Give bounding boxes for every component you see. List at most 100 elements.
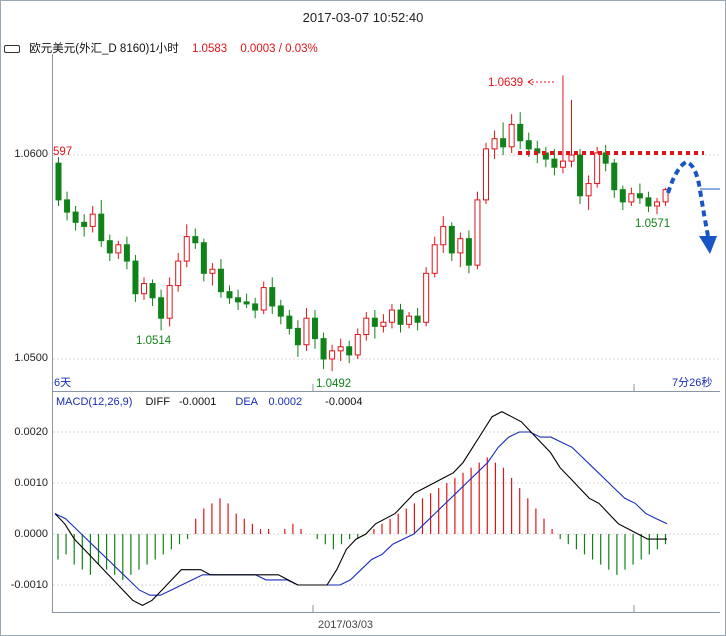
candle-body xyxy=(183,236,190,262)
candle xyxy=(312,310,318,349)
candle xyxy=(123,236,130,270)
candle-body xyxy=(329,350,336,360)
candle xyxy=(106,234,113,262)
candle-body xyxy=(457,238,464,254)
candle xyxy=(645,191,652,213)
candle-body xyxy=(286,315,293,329)
candle-body xyxy=(55,162,62,201)
macd-info: MACD(12,26,9) DIFF -0.0001 DEA 0.0002 -0… xyxy=(56,396,362,408)
candle-body xyxy=(380,321,387,327)
candle xyxy=(448,222,455,262)
candle-body xyxy=(388,309,395,323)
candle-body xyxy=(166,285,173,319)
candle-body xyxy=(440,225,447,246)
candle xyxy=(217,259,224,298)
candle xyxy=(55,157,62,206)
candle-body xyxy=(559,160,566,168)
candle xyxy=(320,332,327,370)
candle xyxy=(209,263,216,286)
candle-body xyxy=(491,138,498,150)
candle-body xyxy=(235,297,242,303)
candle-body xyxy=(81,221,88,227)
candle xyxy=(81,214,88,237)
candle xyxy=(636,183,643,204)
candle xyxy=(303,308,310,351)
candle-body xyxy=(64,199,71,213)
candle xyxy=(559,75,566,174)
period-left-label: 6天 xyxy=(54,377,71,389)
candle xyxy=(235,289,242,311)
candle xyxy=(89,206,96,233)
candle-body xyxy=(209,268,216,274)
macd-title: MACD(12,26,9) xyxy=(56,396,133,408)
candle-body xyxy=(406,315,413,325)
candle xyxy=(423,267,430,327)
candle xyxy=(568,99,575,168)
candle-body xyxy=(585,183,592,197)
high-label: 1.0639 xyxy=(488,77,523,89)
candle xyxy=(619,185,626,211)
candle-body xyxy=(551,158,558,168)
candle xyxy=(354,328,361,359)
candle-body xyxy=(252,303,259,311)
candle xyxy=(654,197,660,215)
candle xyxy=(380,314,387,333)
left-edge-label: 597 xyxy=(53,146,72,158)
candle-body xyxy=(89,213,96,227)
candle-body xyxy=(654,201,660,207)
chart-canvas: 1.0639 1.0514 1.0492 1.0571 597 6天 7分26秒 xyxy=(53,75,720,612)
candle xyxy=(98,199,105,247)
candle-body xyxy=(525,140,532,150)
candle-body xyxy=(337,346,344,352)
candle xyxy=(166,277,173,327)
candle-body xyxy=(568,154,575,162)
candle-body xyxy=(500,138,507,148)
candle xyxy=(132,254,139,302)
candle-body xyxy=(320,338,327,360)
candle xyxy=(260,281,267,315)
candle xyxy=(483,142,489,204)
candle-body xyxy=(175,260,182,287)
candle xyxy=(141,277,147,300)
candle-body xyxy=(98,213,105,242)
candle xyxy=(115,240,122,260)
candle-body xyxy=(123,244,130,262)
candle xyxy=(346,340,353,364)
candle-body xyxy=(115,244,122,254)
candle-body xyxy=(594,152,601,185)
candle xyxy=(72,206,79,231)
candle-body xyxy=(517,123,524,142)
left-low-label: 1.0514 xyxy=(136,335,172,347)
candle xyxy=(440,216,447,253)
candle-body xyxy=(483,148,489,201)
candle xyxy=(243,293,250,308)
candle-body xyxy=(628,193,635,203)
x-date-label: 2017/03/03 xyxy=(318,619,374,631)
dea-line xyxy=(54,431,668,596)
candle-body xyxy=(431,244,438,274)
candle xyxy=(457,232,464,268)
candle-body xyxy=(141,283,147,295)
candle xyxy=(577,148,584,204)
candle xyxy=(149,279,156,306)
diff-line xyxy=(54,410,667,607)
candle-body xyxy=(619,189,626,203)
candle-body xyxy=(294,327,301,346)
candle xyxy=(269,277,276,315)
candle xyxy=(226,285,233,304)
candle xyxy=(517,112,524,149)
candle-body xyxy=(636,193,643,199)
right-low-label: 1.0571 xyxy=(635,218,670,230)
candle-body xyxy=(423,272,430,323)
candle xyxy=(294,320,301,357)
candle xyxy=(406,312,413,329)
candle-body xyxy=(243,301,250,305)
candle-body xyxy=(645,197,652,207)
candle xyxy=(585,175,592,211)
low-label: 1.0492 xyxy=(316,378,351,390)
candle xyxy=(371,310,378,339)
forecast-arrow-head xyxy=(699,236,717,254)
candle xyxy=(431,236,438,278)
diff-label: DIFF xyxy=(145,396,170,408)
candle-body xyxy=(508,123,515,148)
